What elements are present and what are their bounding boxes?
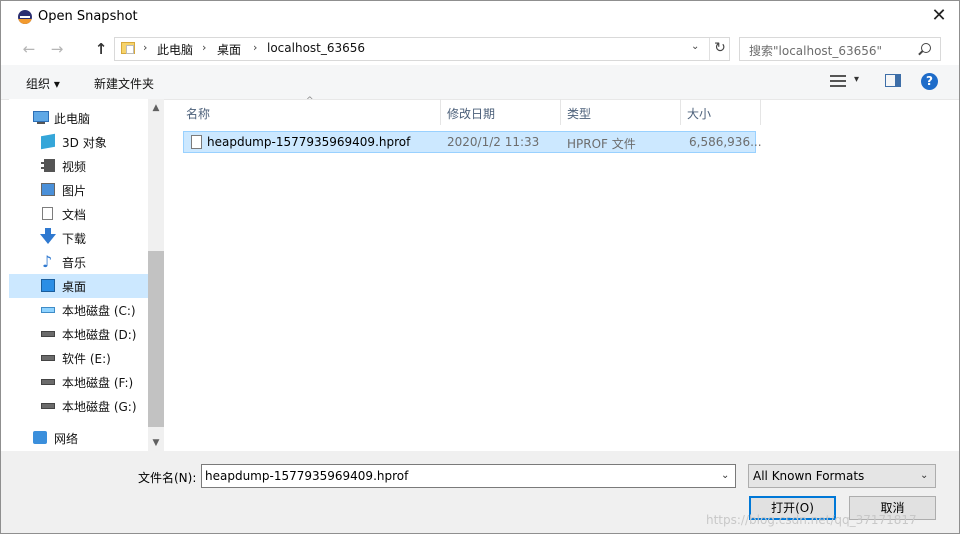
up-button[interactable]: ↑ [90,39,112,59]
column-type[interactable]: 类型 [567,105,591,122]
scroll-up-arrow[interactable]: ▲ [148,103,164,113]
command-toolbar: 组织 ▾ 新建文件夹 ▾ ? [1,65,959,100]
chevron-down-icon[interactable]: ⌄ [691,41,699,52]
breadcrumb-separator: › [143,41,148,54]
music-icon: ♪ [42,252,53,271]
3d-objects-icon [41,133,55,150]
file-format-value: All Known Formats [753,469,865,483]
organize-button[interactable]: 组织 ▾ [26,75,60,92]
nav-item-desktop[interactable]: 桌面 [9,274,148,298]
nav-item-drive-d[interactable]: 本地磁盘 (D:) [9,322,148,346]
file-row[interactable]: heapdump-1577935969409.hprof 2020/1/2 11… [183,131,762,153]
scroll-down-arrow[interactable]: ▼ [148,438,164,448]
forward-button[interactable]: → [46,39,68,59]
nav-item-label: 视频 [62,160,87,174]
eclipse-app-icon [18,10,32,24]
refresh-icon[interactable]: ↻ [709,38,730,60]
nav-item-drive-e[interactable]: 软件 (E:) [9,346,148,370]
nav-item-label: 此电脑 [54,112,91,126]
breadcrumb-this-pc[interactable]: 此电脑 [157,41,193,58]
nav-item-drive-g[interactable]: 本地磁盘 (G:) [9,394,148,418]
computer-icon [33,111,49,124]
nav-item-label: 软件 (E:) [62,352,111,366]
nav-item-this-pc[interactable]: 此电脑 [9,106,148,130]
back-button[interactable]: ← [18,39,40,59]
open-snapshot-dialog: Open Snapshot ✕ ← → ↑ › 此电脑 › 桌面 › local… [0,0,960,534]
folder-icon [121,42,135,54]
file-format-select[interactable]: All Known Formats ⌄ [748,464,936,488]
column-divider[interactable] [680,99,681,125]
nav-item-drive-f[interactable]: 本地磁盘 (F:) [9,370,148,394]
file-modified: 2020/1/2 11:33 [447,135,540,149]
pictures-icon [41,183,55,196]
nav-item-label: 桌面 [62,280,87,294]
filename-input[interactable]: heapdump-1577935969409.hprof ⌄ [201,464,736,488]
drive-icon [41,355,55,361]
nav-scrollbar-thumb[interactable] [148,251,164,427]
nav-item-label: 本地磁盘 (F:) [62,376,134,390]
download-icon [40,228,56,244]
preview-pane-icon[interactable] [885,74,901,87]
column-header-row: 名称 修改日期 类型 大小 [179,99,761,125]
nav-item-label: 本地磁盘 (C:) [62,304,136,318]
nav-item-documents[interactable]: 文档 [9,202,148,226]
breadcrumb-desktop[interactable]: 桌面 [217,41,241,58]
help-icon[interactable]: ? [921,73,938,90]
column-divider[interactable] [760,99,761,125]
search-input[interactable]: 搜索"localhost_63656" [749,42,882,59]
video-icon [41,159,55,172]
column-name[interactable]: 名称 [186,105,210,122]
filename-value: heapdump-1577935969409.hprof [205,469,409,483]
system-drive-icon [41,307,55,313]
chevron-down-icon[interactable]: ⌄ [721,470,729,481]
file-size: 6,586,936... [689,135,762,149]
watermark: https://blog.csdn.net/qq_37171817 [706,513,917,527]
documents-icon [42,207,53,220]
nav-item-3d-objects[interactable]: 3D 对象 [9,130,148,154]
nav-item-music[interactable]: ♪ 音乐 [9,250,148,274]
drive-icon [41,403,55,409]
navigation-pane: 此电脑 3D 对象 视频 图片 文档 下载 ♪ 音乐 桌面 本地磁盘 (C:) … [9,99,164,451]
nav-item-videos[interactable]: 视频 [9,154,148,178]
nav-item-label: 网络 [54,432,79,446]
new-folder-button[interactable]: 新建文件夹 [94,75,154,92]
title-bar[interactable]: Open Snapshot ✕ [1,1,959,33]
breadcrumb-separator: › [253,41,258,54]
search-icon[interactable] [921,43,931,53]
nav-item-downloads[interactable]: 下载 [9,226,148,250]
nav-item-label: 下载 [62,232,87,246]
nav-item-label: 3D 对象 [62,136,107,150]
file-type: HPROF 文件 [567,137,636,151]
column-size[interactable]: 大小 [687,105,711,122]
network-icon [33,431,47,444]
window-title: Open Snapshot [38,9,138,24]
file-name: heapdump-1577935969409.hprof [207,135,411,149]
view-dropdown-icon[interactable]: ▾ [854,74,859,85]
address-bar[interactable]: › 此电脑 › 桌面 › localhost_63656 ⌄ ↻ [114,37,730,61]
chevron-down-icon: ⌄ [920,470,929,481]
nav-item-label: 本地磁盘 (D:) [62,328,137,342]
nav-item-label: 图片 [62,184,87,198]
drive-icon [41,331,55,337]
column-divider[interactable] [440,99,441,125]
nav-item-label: 本地磁盘 (G:) [62,400,137,414]
filename-label: 文件名(N): [138,471,197,485]
view-options-icon[interactable] [830,74,846,88]
breadcrumb-separator: › [202,41,207,54]
drive-icon [41,379,55,385]
file-icon [191,135,202,149]
column-divider[interactable] [560,99,561,125]
nav-item-drive-c[interactable]: 本地磁盘 (C:) [9,298,148,322]
column-modified[interactable]: 修改日期 [447,105,495,122]
desktop-icon [41,279,55,292]
nav-item-network[interactable]: 网络 [9,426,148,450]
search-box[interactable]: 搜索"localhost_63656" [739,37,941,61]
nav-item-label: 文档 [62,208,87,222]
breadcrumb-localhost[interactable]: localhost_63656 [267,41,365,55]
nav-item-pictures[interactable]: 图片 [9,178,148,202]
nav-item-label: 音乐 [62,256,87,270]
close-button[interactable]: ✕ [919,1,959,33]
